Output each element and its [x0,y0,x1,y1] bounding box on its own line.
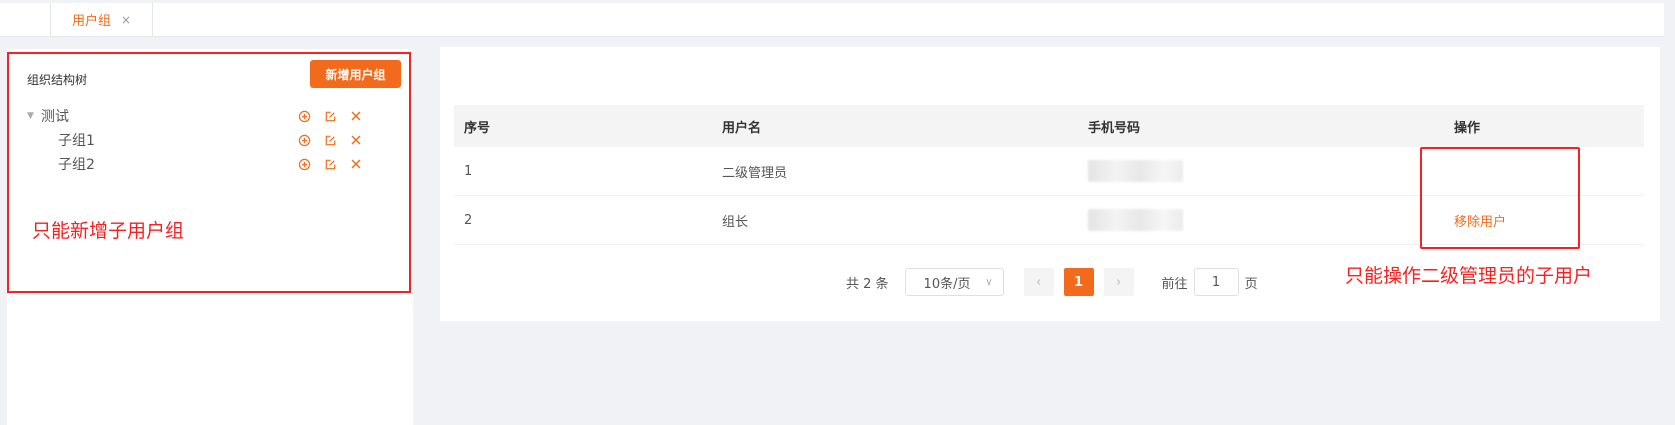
cell-phone [1078,209,1444,231]
tree-node-root[interactable]: ▼ 测试 [7,105,407,127]
goto-page-input[interactable] [1193,268,1239,296]
tab-user-group[interactable]: 用户组 × [51,3,153,36]
add-circle-icon[interactable] [297,133,311,147]
blurred-phone [1088,209,1183,231]
header-username: 用户名 [722,120,762,136]
goto-prefix: 前往 [1161,276,1188,292]
header-index: 序号 [464,120,491,136]
cell-username: 二级管理员 [722,165,788,181]
org-tree-panel: 组织结构树 新增用户组 ▼ 测试 子组1 子组2 只能新增子用户组 [7,49,413,425]
edit-icon[interactable] [323,109,337,123]
blurred-phone [1088,160,1183,182]
next-page-button[interactable]: › [1103,268,1134,296]
header-actions: 操作 [1454,120,1481,136]
cell-phone [1078,160,1444,182]
page-number-current[interactable]: 1 [1063,268,1094,296]
annotation-text-left: 只能新增子用户组 [32,220,185,242]
cell-username: 组长 [722,214,749,230]
chevron-left-icon: ‹ [1035,274,1042,290]
edit-icon[interactable] [323,157,337,171]
annotation-text-right: 只能操作二级管理员的子用户 [1345,265,1593,287]
add-circle-icon[interactable] [297,157,311,171]
add-circle-icon[interactable] [297,109,311,123]
chevron-down-icon: ∨ [985,276,993,288]
close-icon[interactable]: × [121,13,131,27]
delete-icon[interactable] [349,157,363,171]
tab-home[interactable] [0,3,51,36]
tree-node-label: 子组2 [58,157,95,173]
tree-node-child-1[interactable]: 子组1 [7,129,407,151]
table-header: 序号 用户名 手机号码 操作 [454,105,1644,147]
node-actions [297,133,363,147]
prev-page-button[interactable]: ‹ [1023,268,1054,296]
tree-node-label: 测试 [41,109,69,125]
edit-icon[interactable] [323,133,337,147]
add-user-group-button[interactable]: 新增用户组 [310,60,401,88]
delete-icon[interactable] [349,133,363,147]
page-size-value: 10条/页 [923,276,971,292]
pagination: 共 2 条 10条/页 ∨ ‹ 1 › 前往 页 [846,267,1258,297]
tree-node-child-2[interactable]: 子组2 [7,153,407,175]
annotation-box-right [1420,147,1580,249]
node-actions [297,109,363,123]
cell-index: 2 [464,212,473,228]
header-phone: 手机号码 [1088,120,1141,136]
tab-bar: 用户组 × [0,3,1664,37]
tree-node-label: 子组1 [58,133,95,149]
chevron-right-icon: › [1115,274,1122,290]
caret-down-icon[interactable]: ▼ [27,111,34,121]
pagination-total: 共 2 条 [846,276,889,292]
goto-suffix: 页 [1244,276,1258,292]
tree-title: 组织结构树 [27,73,88,87]
node-actions [297,157,363,171]
cell-index: 1 [464,163,473,179]
page-size-select[interactable]: 10条/页 ∨ [904,268,1004,296]
tab-label: 用户组 [71,14,111,29]
delete-icon[interactable] [349,109,363,123]
